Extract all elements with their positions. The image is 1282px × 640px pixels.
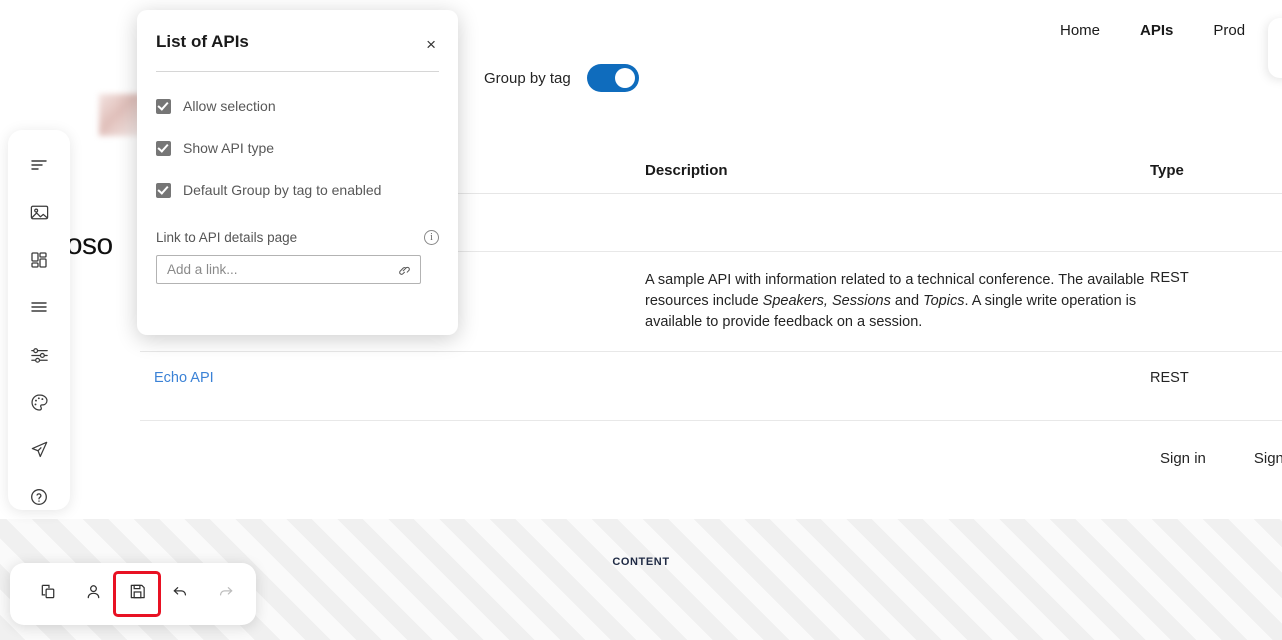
- api-link-echo[interactable]: Echo API: [154, 370, 214, 386]
- redo-icon: [216, 582, 235, 606]
- sidebar-item-pages[interactable]: [23, 152, 55, 178]
- toggle-knob: [614, 68, 635, 88]
- close-icon[interactable]: ×: [423, 34, 439, 55]
- sign-in-link[interactable]: Sign in: [1160, 450, 1206, 467]
- info-icon[interactable]: i: [424, 230, 439, 245]
- desc-part-2: and: [890, 293, 924, 309]
- group-by-tag-label: Group by tag: [484, 69, 571, 87]
- duplicate-icon: [39, 582, 58, 606]
- settings-sliders-icon: [29, 344, 50, 365]
- auth-links: Sign in Sign: [1160, 450, 1282, 467]
- cell-description: A sample API with information related to…: [645, 252, 1150, 351]
- layout-grid-icon: [29, 250, 49, 270]
- account-button[interactable]: [71, 574, 116, 614]
- checkbox-allow-selection[interactable]: [156, 98, 171, 114]
- nav-item-home[interactable]: Home: [1060, 22, 1100, 39]
- sidebar-item-media[interactable]: [23, 200, 55, 226]
- text-align-icon: [29, 155, 49, 175]
- checkbox-show-api-type[interactable]: [156, 140, 171, 156]
- dialog-header: List of APIs ×: [156, 32, 439, 55]
- editor-bottom-toolbar: [10, 563, 256, 625]
- duplicate-button[interactable]: [26, 574, 71, 614]
- cell-type: [1150, 194, 1282, 251]
- save-icon: [128, 582, 147, 606]
- cell-type: REST: [1150, 370, 1189, 386]
- nav-item-products[interactable]: Prod: [1213, 22, 1245, 39]
- sign-up-link[interactable]: Sign: [1254, 450, 1282, 467]
- undo-button[interactable]: [158, 574, 203, 614]
- right-floating-panel: [1268, 18, 1282, 78]
- checkbox-label: Default Group by tag to enabled: [183, 182, 382, 198]
- nav-item-apis[interactable]: APIs: [1140, 22, 1173, 39]
- sidebar-item-help[interactable]: [23, 485, 55, 511]
- cell-description: [645, 194, 1150, 251]
- undo-icon: [171, 582, 190, 606]
- link-input[interactable]: [167, 262, 397, 277]
- palette-icon: [29, 392, 50, 413]
- table-row[interactable]: Echo API REST: [140, 352, 1282, 421]
- dialog-divider: [156, 71, 439, 72]
- header-type: Type: [1150, 162, 1184, 179]
- link-field-label: Link to API details page: [156, 230, 298, 245]
- checkbox-row-allow-selection[interactable]: Allow selection: [156, 98, 439, 114]
- group-by-tag-toggle[interactable]: [586, 64, 639, 92]
- redacted-block: [99, 94, 141, 136]
- desc-emphasis-2: Topics: [923, 293, 965, 309]
- desc-emphasis-1: Speakers, Sessions: [762, 293, 891, 309]
- image-icon: [29, 202, 50, 223]
- user-icon: [84, 582, 103, 606]
- sidebar-item-settings[interactable]: [23, 342, 55, 368]
- description-text: A sample API with information related to…: [645, 270, 1150, 333]
- list-of-apis-dialog: List of APIs × Allow selection Show API …: [137, 10, 458, 335]
- app-root: Home APIs Prod Group by tag Description …: [0, 0, 1282, 640]
- save-button[interactable]: [113, 571, 161, 617]
- help-circle-icon: [29, 487, 49, 507]
- cell-type: REST: [1150, 270, 1189, 286]
- sidebar-item-navigation[interactable]: [23, 295, 55, 321]
- link-chain-icon[interactable]: [397, 262, 412, 277]
- header-description: Description: [645, 162, 728, 179]
- paper-plane-icon: [29, 439, 50, 460]
- checkbox-row-default-group-by-tag[interactable]: Default Group by tag to enabled: [156, 182, 439, 198]
- sidebar-item-layouts[interactable]: [23, 247, 55, 273]
- editor-sidebar: [8, 130, 70, 510]
- checkbox-label: Allow selection: [183, 98, 276, 114]
- sidebar-item-styles[interactable]: [23, 390, 55, 416]
- checkbox-row-show-api-type[interactable]: Show API type: [156, 140, 439, 156]
- top-navigation: Home APIs Prod: [1060, 22, 1245, 39]
- sidebar-item-publish[interactable]: [23, 437, 55, 463]
- list-menu-icon: [29, 297, 49, 317]
- group-by-tag-control: Group by tag: [484, 64, 639, 92]
- redo-button[interactable]: [203, 574, 248, 614]
- link-input-wrapper[interactable]: [156, 255, 421, 284]
- dialog-title: List of APIs: [156, 32, 249, 51]
- link-field-label-row: Link to API details page i: [156, 230, 439, 245]
- cell-name: Echo API: [140, 352, 645, 420]
- checkbox-default-group-by-tag[interactable]: [156, 182, 171, 198]
- cell-description: [645, 352, 1150, 420]
- checkbox-label: Show API type: [183, 140, 275, 156]
